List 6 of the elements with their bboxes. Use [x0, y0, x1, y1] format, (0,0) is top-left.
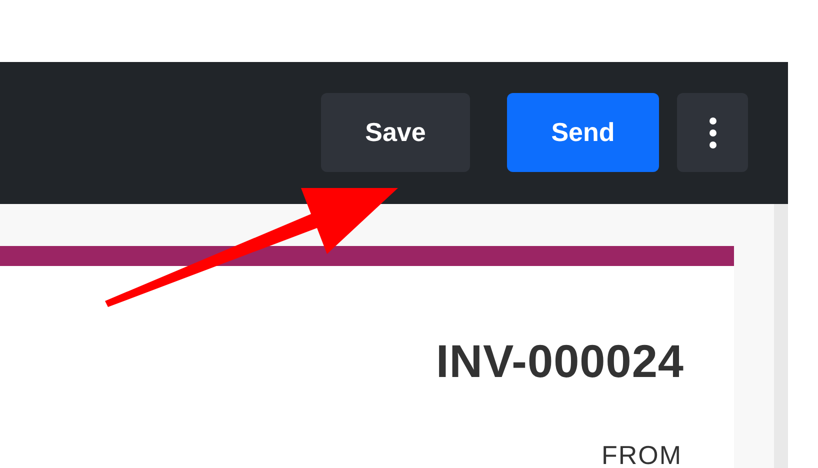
- invoice-number: INV-000024: [436, 334, 684, 388]
- more-button[interactable]: [677, 93, 748, 172]
- from-label: FROM: [601, 440, 682, 468]
- save-button[interactable]: Save: [321, 93, 470, 172]
- more-icon: [708, 116, 716, 148]
- send-button[interactable]: Send: [507, 93, 659, 172]
